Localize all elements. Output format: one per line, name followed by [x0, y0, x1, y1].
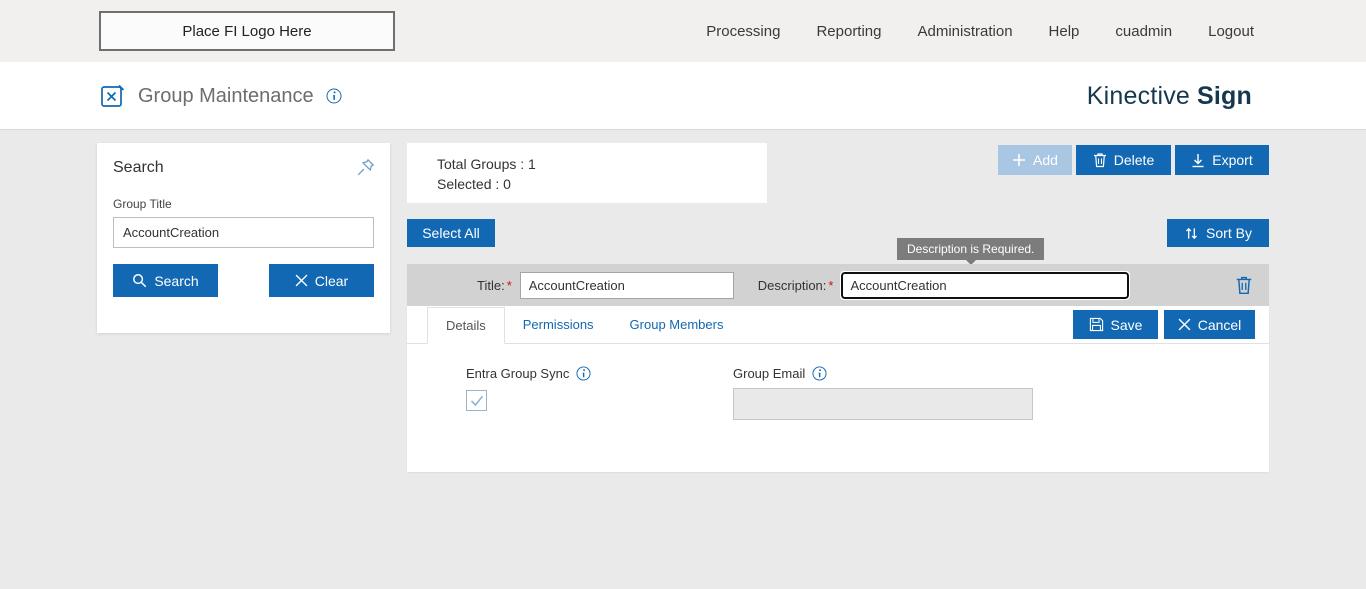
select-all-button[interactable]: Select All: [407, 219, 495, 247]
title-required-marker: *: [506, 277, 512, 293]
total-groups-count: Total Groups : 1: [437, 156, 536, 172]
page-header-left: Group Maintenance: [100, 62, 342, 130]
add-button: Add: [998, 145, 1072, 175]
group-email-info-icon[interactable]: [812, 366, 827, 381]
tab-permissions[interactable]: Permissions: [505, 306, 612, 343]
save-icon: [1089, 317, 1104, 332]
row-trash-icon[interactable]: [1235, 275, 1253, 295]
group-actions-toolbar: Add Delete Export: [998, 145, 1269, 175]
tab-details-label: Details: [446, 318, 486, 333]
description-required-marker: *: [828, 277, 834, 293]
group-title-label: Group Title: [113, 197, 172, 211]
pin-icon[interactable]: [355, 157, 376, 178]
entra-group-sync-checkbox[interactable]: [466, 390, 487, 411]
export-button[interactable]: Export: [1175, 145, 1269, 175]
nav-reporting[interactable]: Reporting: [816, 23, 881, 40]
export-button-label: Export: [1212, 152, 1253, 168]
group-email-label: Group Email: [733, 366, 806, 381]
tab-permissions-label: Permissions: [522, 317, 594, 332]
entra-group-sync-label: Entra Group Sync: [466, 366, 570, 381]
fi-logo-text: Place FI Logo Here: [182, 22, 312, 40]
sort-by-button[interactable]: Sort By: [1167, 219, 1269, 247]
group-title-search-input[interactable]: [113, 217, 374, 248]
page-header: Group Maintenance Kinective Sign: [0, 62, 1366, 130]
panel-actions: Save Cancel: [1073, 310, 1255, 339]
top-nav: Processing Reporting Administration Help…: [706, 0, 1254, 62]
search-button[interactable]: Search: [113, 264, 218, 297]
group-email-field: Group Email: [733, 366, 1033, 420]
title-field-label: Title: *: [477, 277, 512, 293]
validation-tooltip: Description is Required.: [897, 238, 1045, 265]
brand-name: Kinective: [1086, 81, 1191, 110]
nav-logout[interactable]: Logout: [1208, 23, 1254, 40]
clear-button[interactable]: Clear: [269, 264, 374, 297]
entra-group-sync-label-row: Entra Group Sync: [466, 366, 591, 381]
search-panel-title: Search: [113, 159, 164, 176]
brand-suffix: Sign: [1197, 81, 1252, 110]
entra-info-icon[interactable]: [576, 366, 591, 381]
nav-help[interactable]: Help: [1049, 23, 1080, 40]
description-field-label: Description: *: [757, 277, 834, 293]
tab-details[interactable]: Details: [427, 307, 505, 344]
summary-bar: Total Groups : 1 Selected : 0: [407, 143, 767, 203]
delete-button-label: Delete: [1113, 152, 1155, 168]
sort-icon: [1184, 226, 1199, 241]
checkmark-icon: [470, 395, 484, 407]
nav-administration[interactable]: Administration: [918, 23, 1013, 40]
save-button[interactable]: Save: [1073, 310, 1158, 339]
search-panel: Search Group Title Search: [97, 143, 390, 333]
group-edit-row: Title:* Description:*: [407, 264, 1269, 306]
page-title-info-icon[interactable]: [326, 88, 342, 104]
tab-group-members-label: Group Members: [629, 317, 724, 332]
cancel-button-label: Cancel: [1197, 316, 1242, 333]
tab-group-members[interactable]: Group Members: [612, 306, 742, 343]
cancel-button[interactable]: Cancel: [1164, 310, 1255, 339]
group-description-input[interactable]: [840, 270, 1131, 300]
group-maintenance-icon: [100, 83, 126, 109]
close-icon: [295, 274, 308, 287]
search-button-label: Search: [154, 272, 199, 289]
top-bar: Place FI Logo Here Processing Reporting …: [0, 0, 1366, 62]
selected-count: Selected : 0: [437, 176, 511, 192]
select-all-label: Select All: [422, 225, 480, 241]
group-title-input[interactable]: [519, 271, 734, 299]
add-button-label: Add: [1033, 152, 1058, 168]
entra-group-sync-field: Entra Group Sync: [466, 366, 591, 411]
download-icon: [1191, 153, 1205, 168]
sort-by-label: Sort By: [1206, 225, 1252, 241]
save-button-label: Save: [1110, 316, 1143, 333]
delete-button[interactable]: Delete: [1076, 145, 1171, 175]
nav-processing[interactable]: Processing: [706, 23, 780, 40]
fi-logo-placeholder: Place FI Logo Here: [99, 11, 395, 51]
cancel-x-icon: [1178, 318, 1191, 331]
validation-tooltip-text: Description is Required.: [907, 242, 1035, 256]
brand-logo: Kinective Sign: [1087, 62, 1252, 130]
page-title: Group Maintenance: [138, 84, 314, 107]
screen: Place FI Logo Here Processing Reporting …: [0, 0, 1366, 589]
search-icon: [132, 273, 147, 288]
tabs-row: Details Permissions Group Members Save C…: [407, 306, 1269, 344]
nav-user-cuadmin[interactable]: cuadmin: [1115, 23, 1172, 40]
search-button-row: Search Clear: [113, 264, 374, 297]
details-tab-content: Entra Group Sync Group Email: [407, 344, 1269, 420]
group-email-input: [733, 388, 1033, 420]
clear-button-label: Clear: [314, 272, 349, 289]
trash-icon: [1093, 152, 1107, 168]
plus-icon: [1012, 153, 1026, 167]
group-detail-panel: Details Permissions Group Members Save C…: [407, 306, 1269, 472]
group-email-label-row: Group Email: [733, 366, 1033, 381]
